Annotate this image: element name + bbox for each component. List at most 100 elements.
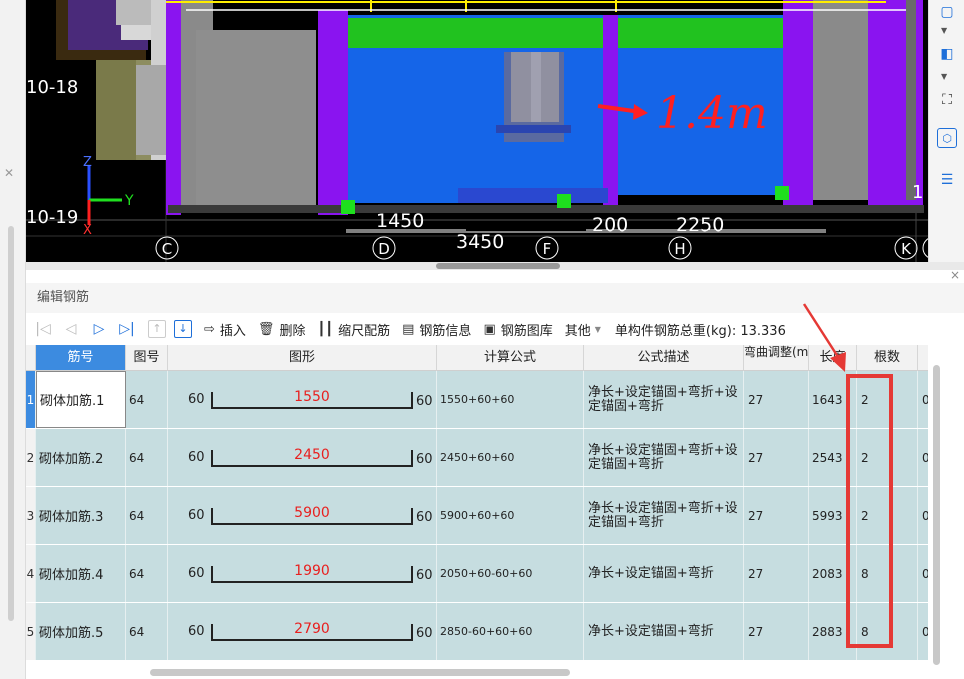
shape-right-hook: 60 <box>416 568 433 583</box>
shape-cell[interactable]: 60 2790 60 <box>168 603 437 660</box>
header-length[interactable]: 长度 <box>809 345 857 371</box>
scrollbar-thumb[interactable] <box>150 669 570 676</box>
description-cell[interactable]: 净长+设定锚固+弯折 <box>584 545 744 602</box>
shape-length-value[interactable]: 2790 <box>211 621 413 637</box>
rebar-name-cell[interactable]: 砌体加筋.1 <box>36 371 126 428</box>
shape-cell[interactable]: 60 2450 60 <box>168 429 437 486</box>
other-dropdown[interactable]: 其他 ▼ <box>565 320 601 339</box>
row-number[interactable]: 3 <box>26 487 36 544</box>
table-row[interactable]: 1 砌体加筋.1 64 60 1550 60 1550+60+60 净长+设定锚固+弯折+设定… <box>26 371 964 429</box>
rebar-name-cell[interactable]: 砌体加筋.2 <box>36 429 126 486</box>
header-count[interactable]: 根数 <box>857 345 918 371</box>
count-cell[interactable]: 8 <box>857 545 918 602</box>
rebar-info-button[interactable]: ▤ 钢筋信息 <box>402 320 471 339</box>
shape-right-hook: 60 <box>416 626 433 641</box>
cube-icon[interactable]: ◧ <box>935 42 959 66</box>
figure-no-cell[interactable]: 64 <box>126 545 168 602</box>
left-panel-scrollbar[interactable] <box>8 226 14 621</box>
table-vertical-scrollbar[interactable] <box>928 345 964 665</box>
shape-length-value[interactable]: 2450 <box>211 447 413 463</box>
length-cell[interactable]: 2543 <box>809 429 857 486</box>
close-icon[interactable]: × <box>950 268 960 282</box>
table-horizontal-scrollbar[interactable] <box>26 665 964 679</box>
splitter-grip[interactable] <box>436 263 560 269</box>
axis-y-label: Y <box>124 193 134 209</box>
last-record-button[interactable]: ▷| <box>116 321 138 337</box>
prev-record-button[interactable]: ◁ <box>60 321 82 337</box>
length-cell[interactable]: 5993 <box>809 487 857 544</box>
move-down-button[interactable]: ↓ <box>174 320 192 338</box>
bend-adjust-cell[interactable]: 27 <box>744 371 809 428</box>
rebar-name-cell[interactable]: 砌体加筋.4 <box>36 545 126 602</box>
figure-no-cell[interactable]: 64 <box>126 603 168 660</box>
table-row[interactable]: 5 砌体加筋.5 64 60 2790 60 2850-60+60+60 净长+设定锚固+弯折… <box>26 603 964 661</box>
shape-length-value[interactable]: 5900 <box>211 505 413 521</box>
info-list-icon: ▤ <box>402 321 415 337</box>
length-cell[interactable]: 1643 <box>809 371 857 428</box>
3d-viewport[interactable]: 1450 3450 200 2250 C D F H K L 10-18 10-… <box>26 0 928 262</box>
chevron-down-icon[interactable]: ▼ <box>941 72 947 81</box>
row-number[interactable]: 4 <box>26 545 36 602</box>
description-cell[interactable]: 净长+设定锚固+弯折+设定锚固+弯折 <box>584 487 744 544</box>
rebar-library-button[interactable]: ▣ 钢筋图库 <box>483 320 552 339</box>
scale-rebar-button[interactable]: ┃┃ 缩尺配筋 <box>317 320 390 339</box>
shape-cell[interactable]: 60 1550 60 <box>168 371 437 428</box>
bend-adjust-cell[interactable]: 27 <box>744 487 809 544</box>
row-number[interactable]: 5 <box>26 603 36 660</box>
description-cell[interactable]: 净长+设定锚固+弯折+设定锚固+弯折 <box>584 371 744 428</box>
shape-cell[interactable]: 60 5900 60 <box>168 487 437 544</box>
count-cell[interactable]: 2 <box>857 487 918 544</box>
description-cell[interactable]: 净长+设定锚固+弯折 <box>584 603 744 660</box>
bend-adjust-cell[interactable]: 27 <box>744 429 809 486</box>
row-label-10-19: 10-19 <box>26 207 78 228</box>
row-label-10-18: 10-18 <box>26 77 78 98</box>
row-number[interactable]: 2 <box>26 429 36 486</box>
header-shape[interactable]: 图形 <box>168 345 437 371</box>
bend-adjust-cell[interactable]: 27 <box>744 545 809 602</box>
figure-no-cell[interactable]: 64 <box>126 487 168 544</box>
bend-adjust-cell[interactable]: 27 <box>744 603 809 660</box>
chevron-down-icon[interactable]: ▼ <box>941 26 947 35</box>
move-up-button[interactable]: ↑ <box>148 320 166 338</box>
delete-button[interactable]: 🗑 删除 <box>258 320 306 339</box>
header-bend-adjust[interactable]: 弯曲调整(mm) <box>744 345 809 371</box>
header-formula[interactable]: 计算公式 <box>437 345 584 371</box>
fullscreen-icon[interactable]: ⛶ <box>935 88 959 112</box>
formula-cell[interactable]: 2050+60-60+60 <box>437 545 584 602</box>
layer-list-icon[interactable]: ☰ <box>935 168 959 192</box>
rebar-name-cell[interactable]: 砌体加筋.5 <box>36 603 126 660</box>
3d-rotate-icon[interactable]: ⬡ <box>937 128 957 148</box>
shape-length-value[interactable]: 1550 <box>211 389 413 405</box>
table-row[interactable]: 4 砌体加筋.4 64 60 1990 60 2050+60-60+60 净长+设定锚固+弯折… <box>26 545 964 603</box>
count-cell[interactable]: 2 <box>857 429 918 486</box>
rebar-name-cell[interactable]: 砌体加筋.3 <box>36 487 126 544</box>
formula-cell[interactable]: 2850-60+60+60 <box>437 603 584 660</box>
header-description[interactable]: 公式描述 <box>584 345 744 371</box>
formula-cell[interactable]: 5900+60+60 <box>437 487 584 544</box>
header-corner <box>26 345 36 371</box>
figure-no-cell[interactable]: 64 <box>126 429 168 486</box>
axis-x-label: X <box>83 223 92 238</box>
first-record-button[interactable]: |◁ <box>32 321 54 337</box>
figure-no-cell[interactable]: 64 <box>126 371 168 428</box>
count-cell[interactable]: 2 <box>857 371 918 428</box>
formula-cell[interactable]: 2450+60+60 <box>437 429 584 486</box>
next-record-button[interactable]: ▷ <box>88 321 110 337</box>
table-row[interactable]: 3 砌体加筋.3 64 60 5900 60 5900+60+60 净长+设定锚固+弯折+设定… <box>26 487 964 545</box>
description-cell[interactable]: 净长+设定锚固+弯折+设定锚固+弯折 <box>584 429 744 486</box>
scrollbar-thumb[interactable] <box>933 365 940 665</box>
header-name[interactable]: 筋号 <box>36 345 126 371</box>
length-cell[interactable]: 2083 <box>809 545 857 602</box>
box-view-icon[interactable]: ▢ <box>935 0 959 24</box>
header-figure-no[interactable]: 图号 <box>126 345 168 371</box>
length-cell[interactable]: 2883 <box>809 603 857 660</box>
formula-cell[interactable]: 1550+60+60 <box>437 371 584 428</box>
row-number[interactable]: 1 <box>26 371 36 428</box>
close-icon[interactable]: ✕ <box>4 166 14 180</box>
shape-length-value[interactable]: 1990 <box>211 563 413 579</box>
shape-cell[interactable]: 60 1990 60 <box>168 545 437 602</box>
count-cell[interactable]: 8 <box>857 603 918 660</box>
panel-splitter[interactable] <box>26 262 964 270</box>
table-row[interactable]: 2 砌体加筋.2 64 60 2450 60 2450+60+60 净长+设定锚固+弯折+设定… <box>26 429 964 487</box>
insert-button[interactable]: ⇨ 插入 <box>204 320 246 339</box>
